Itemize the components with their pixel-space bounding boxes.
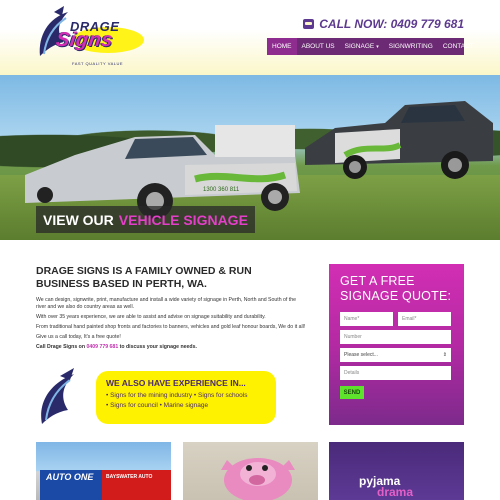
nav-item-signage[interactable]: SIGNAGE ▾ [340,38,384,55]
send-button[interactable]: SEND [340,386,364,399]
intro-paragraph: Give us a call today, It's a free quote! [36,334,121,340]
van-phone-text: 1300 360 811 [203,187,240,193]
hero-banner[interactable]: 1300 360 811 VIEW OUR VEHICLE SIGNAGE [0,75,500,240]
logo-signs-text: Signs [54,29,115,51]
name-field[interactable]: Name* [340,312,393,326]
select-value: Please select... [344,352,378,358]
caption-pink-text: VEHICLE SIGNAGE [118,211,248,228]
logo[interactable]: DRAGE Signs FAST QUALITY VALUE [34,6,144,70]
nav-label: HOME [272,43,292,50]
nav-label: CONTACT [442,43,474,50]
pyjama-drama-logo: pyjama drama [359,475,414,499]
experience-title: WE ALSO HAVE EXPERIENCE IN... [106,378,246,388]
marlin-icon [41,368,74,424]
experience-box: WE ALSO HAVE EXPERIENCE IN... • Signs fo… [96,371,276,424]
nav-label: ABOUT US [301,43,335,50]
intro-paragraph: We can design, signwrite, print, manufac… [36,297,297,310]
nav-label: SIGNWRITING [388,43,433,50]
nav-item-about[interactable]: ABOUT US [297,38,340,55]
intro-title: DRAGE SIGNS IS A FAMILY OWNED & RUN BUSI… [36,265,252,290]
nav-item-signwriting[interactable]: SIGNWRITING [384,38,438,55]
experience-line: • Signs for the mining industry • Signs … [106,392,248,399]
auto-one-text: AUTO ONE [46,472,94,482]
phone-icon [303,19,315,29]
email-field[interactable]: Email* [398,312,451,326]
vehicle-signage-link[interactable]: VIEW OUR VEHICLE SIGNAGE [36,206,255,233]
gallery-thumb-pig-sign[interactable] [183,442,318,500]
caption-white-text: VIEW OUR [43,211,114,228]
number-field[interactable]: Number [340,330,451,344]
pig-mascot-icon [221,458,295,500]
gallery-thumb-auto-one[interactable]: AUTO ONE BAYSWATER AUTO [36,442,171,500]
call-number-link[interactable]: 0409 779 681 [86,344,118,350]
signage-type-select[interactable]: Please select... ⇕ [340,348,451,362]
nav-label: SIGNAGE [344,43,375,50]
phone-number: CALL NOW: 0409 779 681 [319,17,464,31]
nav-item-contact[interactable]: CONTACT [438,38,479,55]
details-field[interactable]: Details [340,366,451,380]
nav-item-home[interactable]: HOME [267,38,297,55]
intro-paragraph: From traditional hand painted shop front… [36,324,306,330]
grey-ute-image [305,101,493,179]
intro-section: DRAGE SIGNS IS A FAMILY OWNED & RUN BUSI… [36,265,306,354]
experience-line: • Signs for council • Marine signage [106,402,209,409]
name-email-row: Name* Email* [340,312,453,326]
gallery-thumb-pyjama-drama[interactable]: pyjama drama [329,442,464,500]
main-nav: HOME ABOUT US SIGNAGE ▾ SIGNWRITING CONTA… [267,38,474,55]
select-arrows-icon: ⇕ [442,352,447,358]
auto-one-subtext: BAYSWATER AUTO [106,474,153,480]
quote-form: GET A FREE SIGNAGE QUOTE: Name* Email* N… [329,264,464,425]
logo-tagline: FAST QUALITY VALUE [72,61,124,66]
call-line: Call Drage Signs on 0409 779 681 to disc… [36,344,306,351]
pj-line2: drama [377,485,414,499]
chevron-down-icon: ▾ [376,43,379,50]
quote-title: GET A FREE SIGNAGE QUOTE: [340,274,452,303]
call-now[interactable]: CALL NOW: 0409 779 681 [303,16,464,32]
call-prefix: Call Drage Signs on [36,344,86,350]
silver-ute-image: 1300 360 811 [25,125,300,219]
intro-paragraph: With over 35 years experience, we are ab… [36,314,266,320]
site-header: DRAGE Signs FAST QUALITY VALUE CALL NOW:… [0,0,500,75]
call-suffix: to discuss your signage needs. [119,344,197,350]
